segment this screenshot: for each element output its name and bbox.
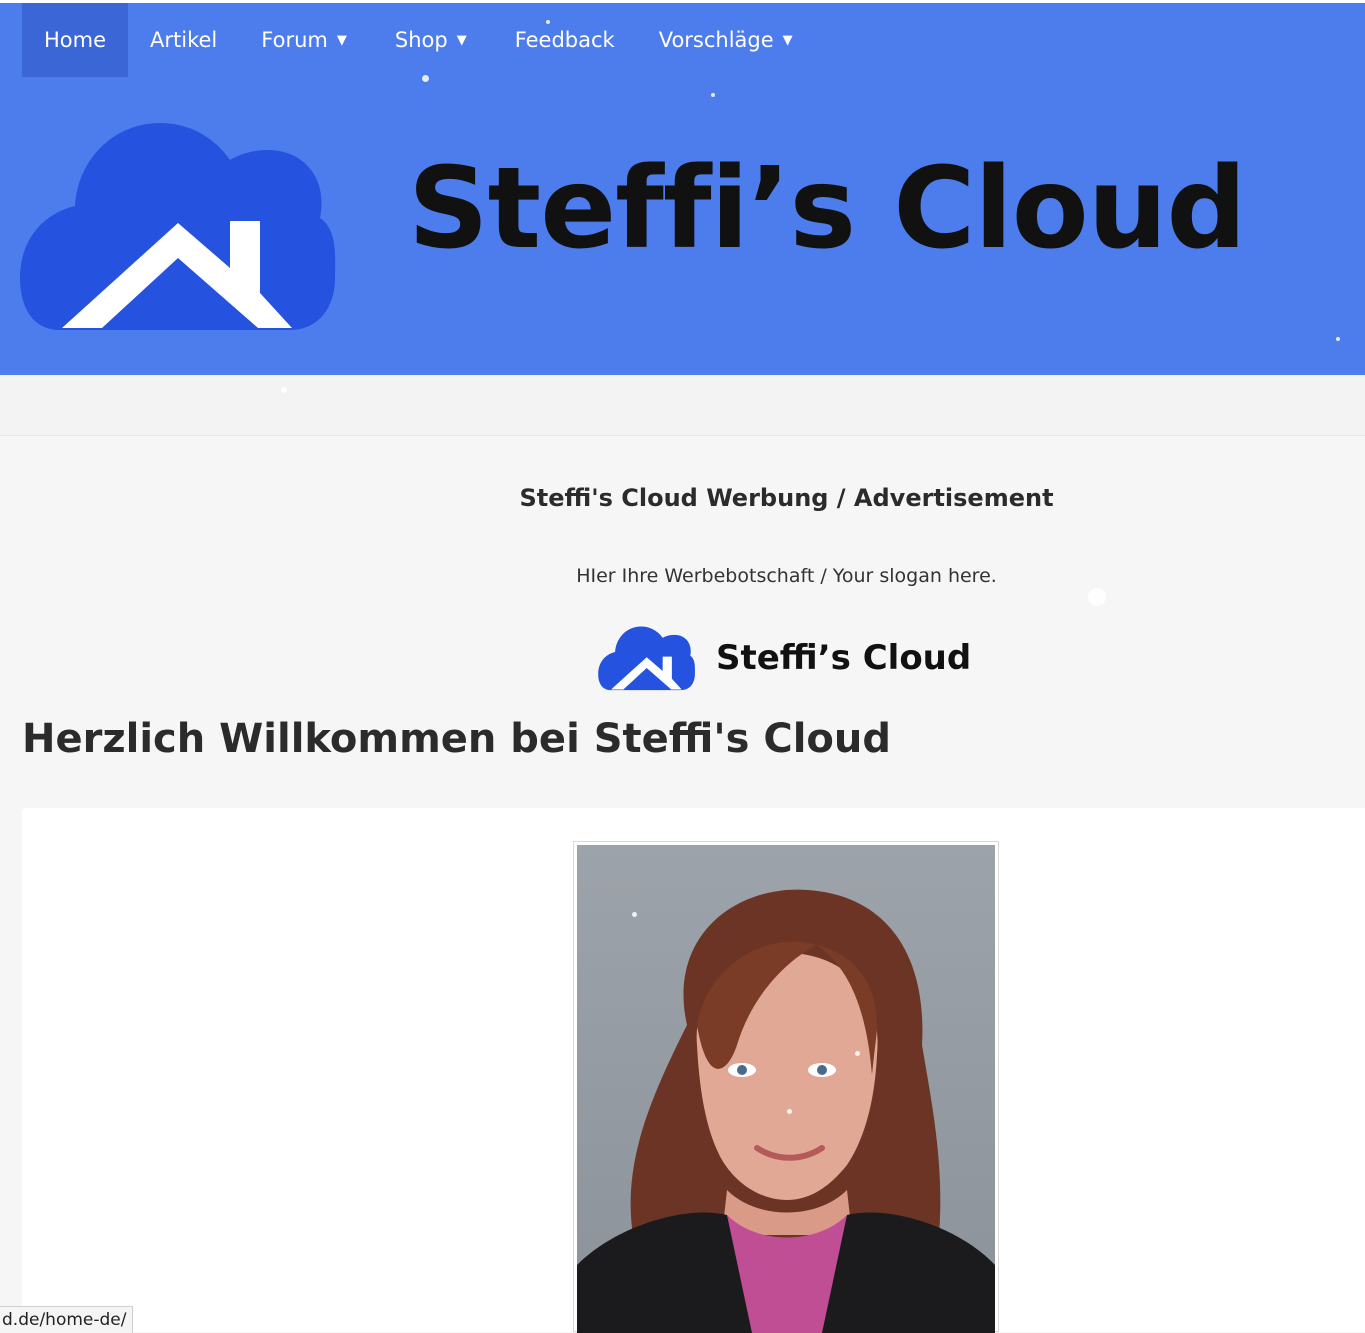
cloud-house-icon[interactable]	[20, 118, 338, 333]
snowflake	[787, 1109, 792, 1114]
main-navigation: Home Artikel Forum ▼ Shop ▼ Feedback Vor…	[22, 3, 815, 77]
nav-item-label: Forum	[261, 28, 328, 52]
site-title[interactable]: Steffi’s Cloud	[408, 153, 1247, 265]
nav-item-feedback[interactable]: Feedback	[493, 3, 637, 77]
snowflake	[281, 387, 287, 393]
snowflake	[855, 1051, 860, 1056]
nav-item-label: Vorschläge	[658, 28, 774, 52]
nav-item-vorschlaege[interactable]: Vorschläge ▼	[637, 3, 815, 77]
snowflake	[711, 93, 715, 97]
cloud-house-icon	[598, 626, 695, 691]
nav-item-label: Artikel	[150, 28, 218, 52]
snowflake	[1088, 588, 1106, 606]
site-header: Home Artikel Forum ▼ Shop ▼ Feedback Vor…	[0, 3, 1365, 375]
caret-down-icon: ▼	[336, 32, 347, 48]
ad-logo-text: Steffi’s Cloud	[716, 638, 972, 678]
nav-item-label: Home	[44, 28, 107, 52]
status-bar-url: d.de/home-de/	[0, 1306, 134, 1333]
sub-header-bar	[0, 375, 1365, 436]
nav-item-label: Feedback	[514, 28, 615, 52]
ad-logo[interactable]: Steffi’s Cloud	[598, 625, 978, 691]
ad-slogan: HIer Ihre Werbebotschaft / Your slogan h…	[576, 565, 997, 587]
nav-item-artikel[interactable]: Artikel	[128, 3, 239, 77]
snowflake	[546, 20, 550, 24]
caret-down-icon: ▼	[456, 32, 467, 48]
snowflake	[1336, 337, 1340, 341]
snowflake	[422, 75, 429, 82]
caret-down-icon: ▼	[782, 32, 793, 48]
nav-item-shop[interactable]: Shop ▼	[373, 3, 489, 77]
portrait-photo	[577, 845, 995, 1333]
ad-title: Steffi's Cloud Werbung / Advertisement	[519, 484, 1054, 512]
nav-item-label: Shop	[394, 28, 448, 52]
snowflake	[632, 912, 637, 917]
nav-item-home[interactable]: Home	[22, 3, 129, 77]
welcome-heading: Herzlich Willkommen bei Steffi's Cloud	[22, 716, 892, 762]
nav-item-forum[interactable]: Forum ▼	[239, 3, 369, 77]
